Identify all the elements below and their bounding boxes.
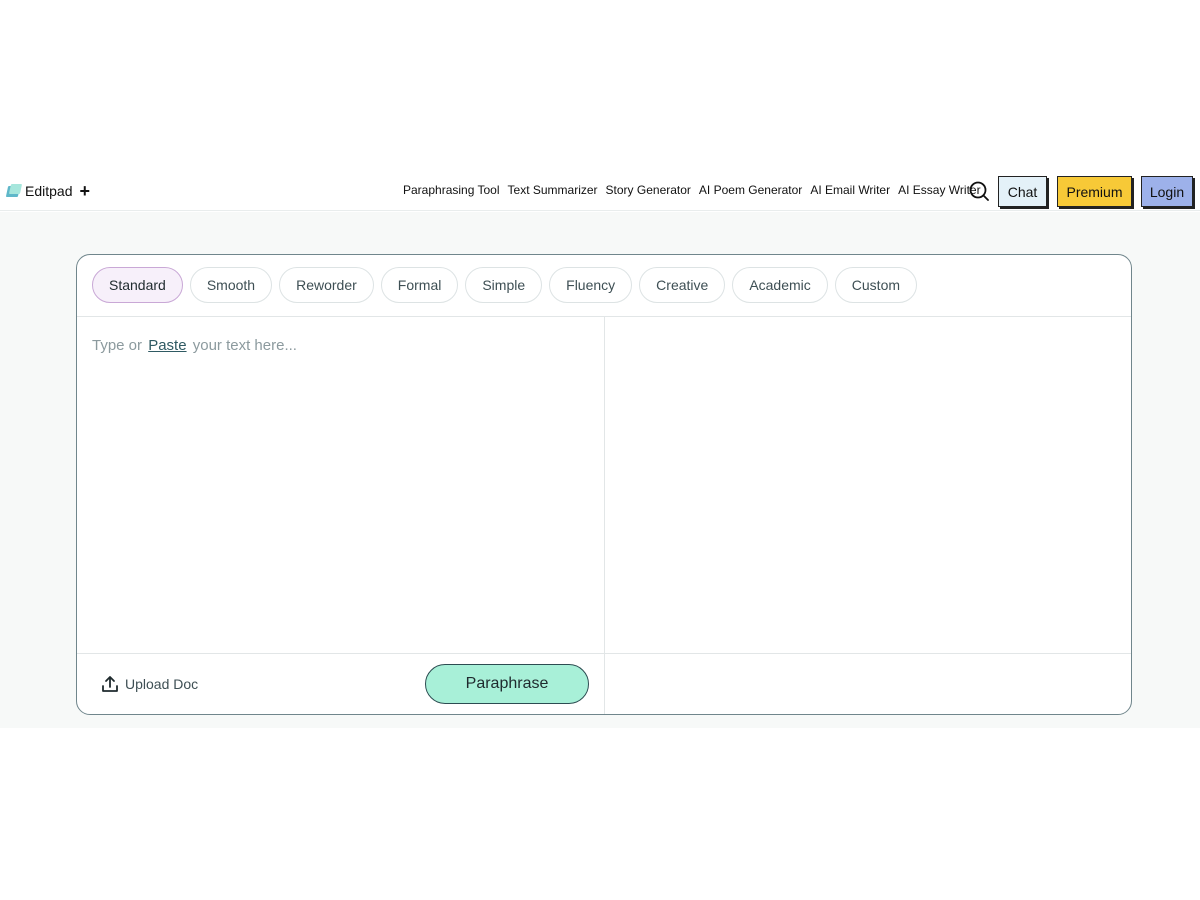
nav-link-story-generator[interactable]: Story Generator: [606, 183, 691, 197]
footer-divider: [77, 653, 1131, 654]
plus-icon[interactable]: +: [79, 182, 90, 200]
paraphraser-card: Standard Smooth Reworder Formal Simple F…: [76, 254, 1132, 715]
upload-icon: [102, 676, 118, 692]
mode-tab-custom[interactable]: Custom: [834, 267, 918, 303]
paste-link[interactable]: Paste: [148, 337, 186, 354]
chat-button[interactable]: Chat: [998, 176, 1047, 207]
placeholder-text-end: your text here...: [192, 337, 297, 354]
mode-tab-academic[interactable]: Academic: [732, 267, 828, 303]
search-icon[interactable]: [969, 181, 989, 201]
nav-link-text-summarizer[interactable]: Text Summarizer: [508, 183, 598, 197]
mode-tab-fluency[interactable]: Fluency: [549, 267, 633, 303]
nav-link-ai-poem-generator[interactable]: AI Poem Generator: [699, 183, 802, 197]
editpad-logo-icon: [5, 184, 23, 198]
login-button[interactable]: Login: [1141, 176, 1193, 207]
input-text-area[interactable]: Type or Paste your text here...: [92, 337, 297, 354]
mode-tab-smooth[interactable]: Smooth: [189, 267, 273, 303]
mode-tab-reworder[interactable]: Reworder: [279, 267, 374, 303]
placeholder-text-start: Type or: [92, 337, 143, 354]
upload-doc-button[interactable]: Upload Doc: [101, 675, 198, 693]
premium-button[interactable]: Premium: [1057, 176, 1132, 207]
upload-doc-label: Upload Doc: [125, 676, 199, 692]
nav-link-paraphrasing-tool[interactable]: Paraphrasing Tool: [403, 183, 500, 197]
mode-tab-standard[interactable]: Standard: [92, 267, 183, 303]
mode-tab-creative[interactable]: Creative: [639, 267, 726, 303]
mode-tab-formal[interactable]: Formal: [380, 267, 459, 303]
top-navbar: Editpad + Paraphrasing Tool Text Summari…: [0, 170, 1200, 211]
brand-logo-link[interactable]: Editpad +: [5, 182, 90, 200]
mode-tabs: Standard Smooth Reworder Formal Simple F…: [92, 267, 918, 303]
main-nav: Paraphrasing Tool Text Summarizer Story …: [403, 183, 981, 197]
brand-name: Editpad: [25, 183, 73, 199]
output-text-area: [605, 317, 1131, 653]
nav-link-ai-email-writer[interactable]: AI Email Writer: [810, 183, 890, 197]
paraphrase-button[interactable]: Paraphrase: [425, 664, 589, 704]
mode-tab-simple[interactable]: Simple: [465, 267, 543, 303]
